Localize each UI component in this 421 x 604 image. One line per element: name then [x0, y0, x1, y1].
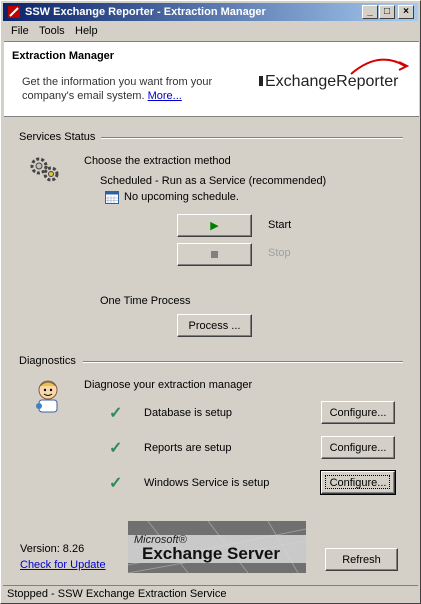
- reports-status-label: Reports are setup: [144, 442, 232, 454]
- configure-windows-service-button[interactable]: Configure...: [320, 470, 396, 495]
- play-icon: ▶: [210, 220, 219, 232]
- configure-reports-button[interactable]: Configure...: [321, 436, 395, 459]
- menu-tools[interactable]: Tools: [39, 25, 65, 37]
- close-icon: ×: [403, 6, 409, 17]
- refresh-button-label: Refresh: [342, 553, 381, 566]
- logo-text: ExchangeReporter: [265, 73, 399, 90]
- check-icon: ✓: [109, 475, 123, 492]
- close-button[interactable]: ×: [398, 5, 414, 19]
- menu-file[interactable]: File: [11, 25, 29, 37]
- version-text: Version: 8.26: [20, 543, 85, 555]
- services-divider: [101, 137, 403, 139]
- configure-reports-label: Configure...: [329, 441, 387, 454]
- configure-database-label: Configure...: [329, 406, 387, 419]
- microsoft-exchange-server-banner: Microsoft® Exchange Server: [128, 521, 306, 573]
- start-button[interactable]: ▶: [177, 214, 252, 237]
- database-status-label: Database is setup: [144, 407, 233, 419]
- process-button[interactable]: Process ...: [177, 314, 252, 337]
- header-title: Extraction Manager: [12, 50, 115, 62]
- scheduled-option-label: Scheduled - Run as a Service (recommende…: [100, 175, 327, 187]
- menu-bar: File Tools Help: [3, 22, 418, 41]
- title-bar[interactable]: SSW Exchange Reporter - Extraction Manag…: [3, 3, 418, 21]
- header-panel: Extraction Manager Get the information y…: [4, 41, 419, 117]
- windows-service-status-label: Windows Service is setup: [144, 477, 270, 489]
- app-icon: [8, 6, 20, 18]
- diagnose-intro-text: Diagnose your extraction manager: [84, 379, 253, 391]
- gears-icon: [30, 157, 59, 182]
- start-label: Start: [268, 219, 292, 231]
- choose-method-text: Choose the extraction method: [84, 155, 231, 167]
- stop-icon: [211, 251, 218, 258]
- schedule-status-text: No upcoming schedule.: [124, 191, 239, 203]
- calendar-icon: [105, 191, 119, 204]
- minimize-icon: _: [367, 6, 373, 17]
- status-bar: Stopped - SSW Exchange Extraction Servic…: [3, 585, 418, 602]
- diagnostics-divider: [83, 361, 403, 363]
- doctor-icon: [36, 380, 58, 413]
- minimize-button[interactable]: _: [362, 5, 378, 19]
- window-title: SSW Exchange Reporter - Extraction Manag…: [25, 6, 266, 18]
- main-window: SSW Exchange Reporter - Extraction Manag…: [0, 0, 421, 604]
- configure-windows-service-label: Configure...: [329, 476, 387, 489]
- maximize-button[interactable]: □: [379, 5, 395, 19]
- more-link[interactable]: More...: [148, 90, 182, 102]
- configure-database-button[interactable]: Configure...: [321, 401, 395, 424]
- menu-help[interactable]: Help: [75, 25, 98, 37]
- stop-label: Stop: [268, 247, 291, 259]
- check-icon: ✓: [109, 440, 123, 457]
- one-time-process-label: One Time Process: [100, 295, 191, 307]
- refresh-button[interactable]: Refresh: [325, 548, 398, 571]
- check-for-update-link[interactable]: Check for Update: [20, 559, 106, 571]
- stop-button[interactable]: [177, 243, 252, 266]
- maximize-icon: □: [383, 6, 391, 17]
- services-section-label: Services Status: [19, 131, 96, 143]
- banner-exchange-server-text: Exchange Server: [142, 544, 280, 563]
- diagnostics-section-label: Diagnostics: [19, 355, 76, 367]
- check-icon: ✓: [109, 405, 123, 422]
- process-button-label: Process ...: [188, 319, 241, 332]
- header-description-text: Get the information you want from your c…: [22, 76, 213, 102]
- exchange-reporter-logo: ExchangeReporter: [259, 58, 409, 90]
- status-text: Stopped - SSW Exchange Extraction Servic…: [7, 588, 227, 600]
- header-description: Get the information you want from your c…: [22, 75, 242, 103]
